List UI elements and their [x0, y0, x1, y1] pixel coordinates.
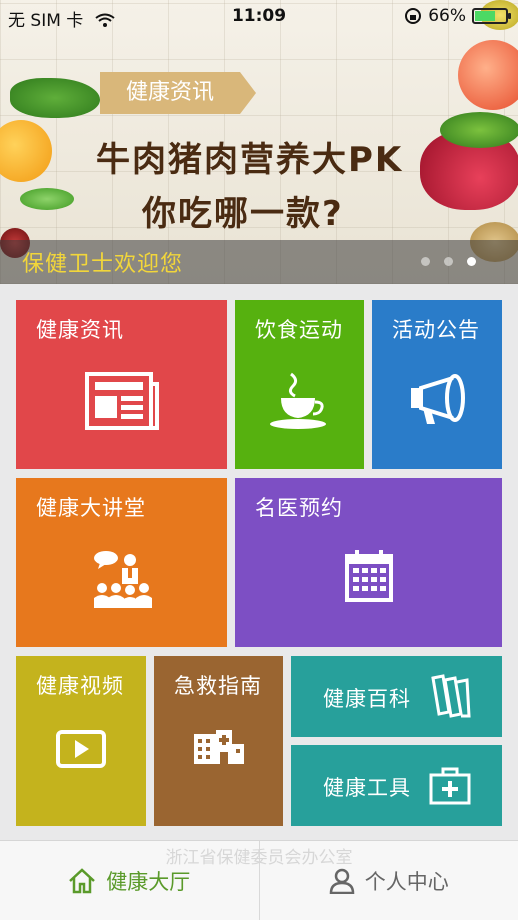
tile-label: 健康资讯 — [36, 318, 124, 342]
banner-caption: 保健卫士欢迎您 — [22, 252, 184, 277]
tile-first-aid[interactable]: 急救指南 — [154, 656, 283, 826]
hospital-icon — [194, 730, 244, 764]
lecture-icon — [94, 551, 152, 608]
tile-label: 饮食运动 — [255, 318, 343, 342]
tile-label: 名医预约 — [255, 496, 343, 520]
peas-decoration — [20, 188, 74, 210]
grapefruit-decoration — [458, 40, 518, 110]
tile-label: 健康工具 — [323, 776, 411, 800]
battery-percent: 66% — [428, 6, 466, 26]
status-right: 66% — [404, 6, 511, 26]
battery-icon — [472, 8, 511, 24]
herb-decoration — [10, 78, 100, 118]
banner-headline: 牛肉猪肉营养大PK — [96, 140, 404, 180]
banner-subline: 你吃哪一款? — [142, 194, 344, 234]
banner-category-tag: 健康资讯 — [100, 72, 256, 114]
footer-organization: 浙江省保健委员会办公室 — [165, 848, 353, 868]
megaphone-icon — [411, 374, 465, 424]
tab-label: 健康大厅 — [106, 869, 191, 894]
tile-label: 健康大讲堂 — [36, 496, 146, 520]
person-icon — [329, 868, 355, 894]
calendar-icon — [345, 550, 393, 602]
tile-doctor-appointment[interactable]: 名医预约 — [235, 478, 502, 647]
orange-decoration — [0, 120, 52, 182]
tile-label: 健康百科 — [323, 687, 411, 711]
coffee-cup-icon — [270, 372, 326, 429]
tile-health-tools[interactable]: 健康工具 — [291, 745, 502, 826]
carousel-dot-active[interactable] — [467, 257, 476, 266]
carousel-page-indicator[interactable] — [421, 257, 476, 266]
tile-label: 健康视频 — [36, 674, 124, 698]
tile-health-video[interactable]: 健康视频 — [16, 656, 146, 826]
tile-diet-exercise[interactable]: 饮食运动 — [235, 300, 364, 469]
tile-activity-notice[interactable]: 活动公告 — [372, 300, 502, 469]
home-icon — [69, 867, 96, 893]
tile-label: 急救指南 — [174, 674, 262, 698]
tile-label: 活动公告 — [392, 318, 480, 342]
leaf-decoration — [440, 112, 518, 148]
books-icon — [431, 674, 471, 718]
rotation-lock-icon — [405, 8, 422, 24]
tab-label: 个人中心 — [364, 869, 449, 894]
tile-health-lecture[interactable]: 健康大讲堂 — [16, 478, 227, 647]
first-aid-kit-icon — [429, 767, 471, 805]
newspaper-icon — [85, 372, 159, 430]
status-bar: 无 SIM 卡 11:09 66% — [0, 0, 518, 32]
banner-carousel[interactable]: 健康资讯 牛肉猪肉营养大PK 你吃哪一款? 保健卫士欢迎您 — [0, 0, 518, 284]
tile-health-news[interactable]: 健康资讯 — [16, 300, 227, 469]
tile-health-encyclopedia[interactable]: 健康百科 — [291, 656, 502, 737]
carousel-dot[interactable] — [421, 257, 430, 266]
play-icon — [56, 730, 106, 768]
carousel-dot[interactable] — [444, 257, 453, 266]
